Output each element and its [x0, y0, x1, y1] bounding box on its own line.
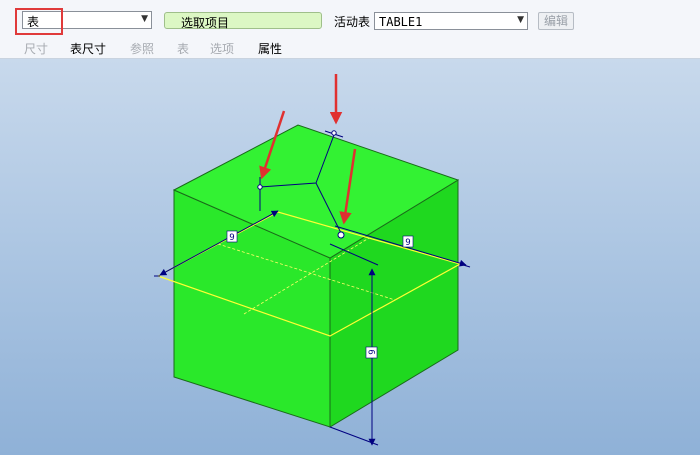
dimension-extension-line: [329, 426, 379, 446]
menu-item-table[interactable]: 表: [177, 40, 189, 57]
dimension-label-box[interactable]: 9: [226, 230, 238, 243]
chevron-down-icon: ▼: [517, 15, 524, 25]
dimension-label-box[interactable]: 9: [402, 235, 414, 248]
dimension-label-box[interactable]: 9: [365, 346, 378, 359]
menu-item-dimension[interactable]: 尺寸: [24, 40, 48, 57]
pick-item-button[interactable]: 选取项目: [164, 12, 322, 30]
edit-button[interactable]: 编辑: [538, 12, 574, 30]
menu-item-table-dimension[interactable]: 表尺寸: [70, 40, 106, 57]
model-canvas: 9 9 9: [154, 74, 471, 446]
dimension-label: 9: [368, 349, 378, 354]
cube[interactable]: [172, 124, 460, 428]
coordinate-origin-marker: [337, 231, 345, 239]
model-viewport[interactable]: 9 9 9: [0, 59, 700, 455]
menu-item-properties[interactable]: 属性: [258, 40, 282, 57]
menu-item-options[interactable]: 选项: [210, 40, 234, 57]
dimension-label: 9: [405, 238, 410, 248]
chevron-down-icon: ▼: [141, 14, 148, 24]
active-table-value: TABLE1: [379, 15, 423, 29]
highlight-box: [15, 8, 63, 35]
active-table-select[interactable]: TABLE1 ▼: [374, 12, 528, 30]
active-table-label: 活动表: [334, 15, 371, 29]
toolbar: 表 ▼ 选取项目 活动表 TABLE1 ▼ 编辑 尺寸 表尺寸 参照 表 选项 …: [0, 0, 700, 59]
dimension-label: 9: [229, 233, 234, 243]
pick-item-label: 选取项目: [181, 16, 230, 30]
coordinate-origin-marker: [331, 130, 337, 136]
menu-item-reference[interactable]: 参照: [130, 40, 154, 57]
coordinate-origin-marker: [257, 184, 263, 190]
